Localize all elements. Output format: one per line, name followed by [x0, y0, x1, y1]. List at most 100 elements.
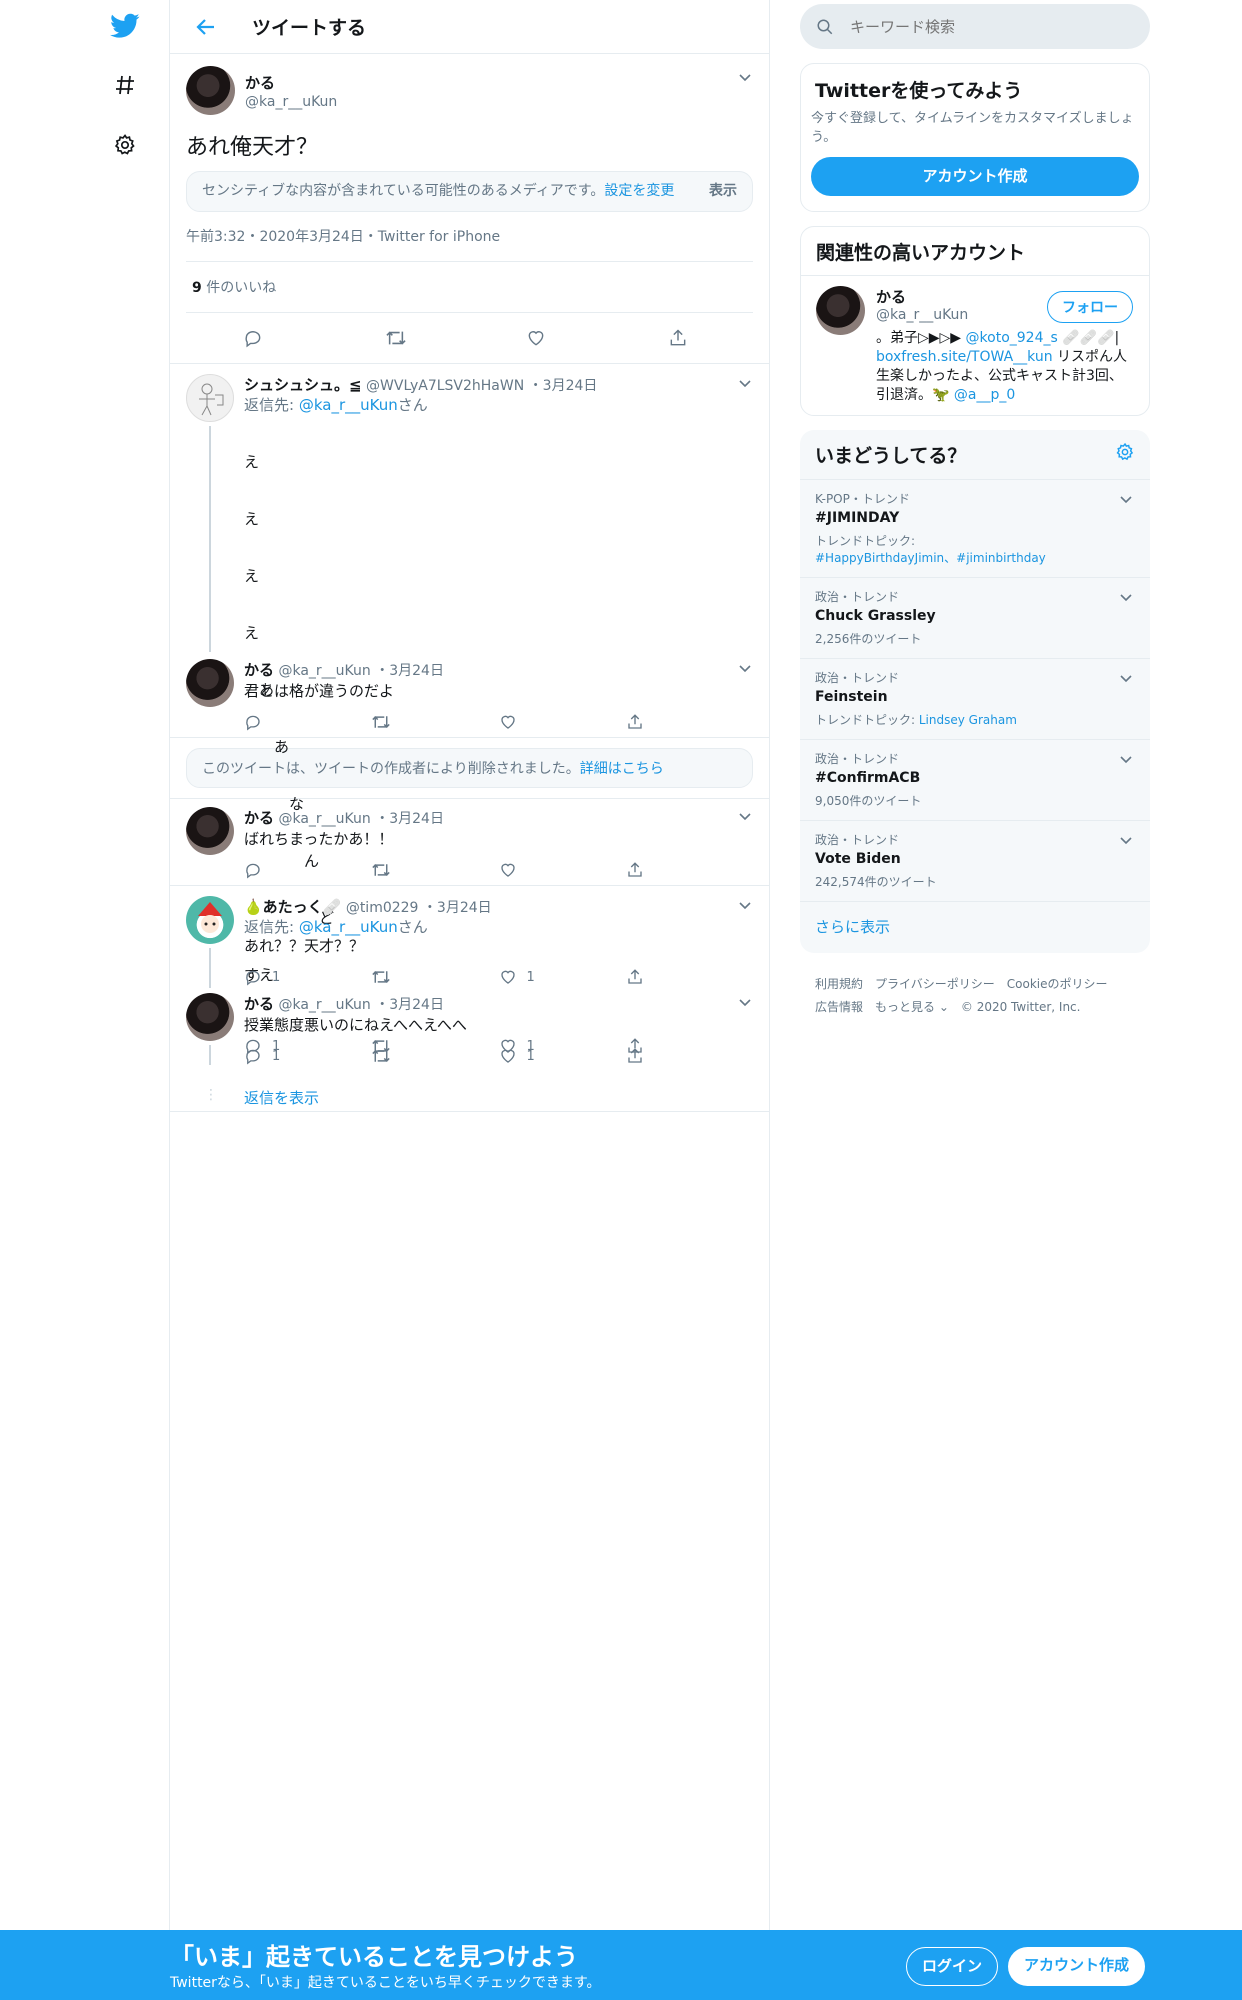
chevron-down-icon[interactable]	[735, 993, 755, 1013]
chevron-down-icon[interactable]	[735, 374, 755, 394]
reply-to-link[interactable]: @ka_r__uKun	[299, 918, 398, 936]
show-more-trends[interactable]: さらに表示	[800, 901, 1150, 953]
trend-item[interactable]: 政治・トレンド Chuck Grassley 2,256件のツイート	[800, 577, 1150, 658]
signup-button[interactable]: アカウント作成	[1008, 1947, 1145, 1986]
trend-item[interactable]: 政治・トレンド Feinstein トレンドトピック: Lindsey Grah…	[800, 658, 1150, 739]
share-icon[interactable]	[668, 328, 696, 348]
tweet-date[interactable]: ・3月24日	[375, 811, 444, 827]
chevron-down-icon[interactable]	[735, 807, 755, 827]
reply-tweet[interactable]: かる @ka_r__uKun ・3月24日 授業態度悪いのにねえへへえへへ 1 …	[170, 987, 769, 1107]
login-button[interactable]: ログイン	[906, 1947, 998, 1986]
share-icon[interactable]	[626, 861, 753, 879]
change-settings-link[interactable]: 設定を変更	[604, 183, 674, 199]
retweet-icon[interactable]	[371, 968, 498, 986]
tweet-timestamp[interactable]: 午前3:32・2020年3月24日・Twitter for iPhone	[186, 212, 753, 262]
chevron-down-icon[interactable]	[1116, 750, 1136, 770]
retweet-icon[interactable]	[385, 328, 413, 348]
author-handle[interactable]: @ka_r__uKun	[245, 94, 337, 110]
author-name[interactable]: かる	[244, 809, 274, 827]
like-icon[interactable]	[499, 861, 626, 879]
show-more-link[interactable]: さらに表示	[815, 918, 890, 936]
chevron-down-icon[interactable]	[735, 659, 755, 679]
reply-tweet[interactable]: かる @ka_r__uKun ・3月24日 ばれちまったかあ！！	[170, 799, 769, 885]
author-name[interactable]: シュシュシュ。≦	[244, 376, 362, 394]
create-account-button[interactable]: アカウント作成	[811, 157, 1139, 196]
author-name[interactable]: かる	[244, 995, 274, 1013]
tweet-date[interactable]: ・3月24日	[375, 663, 444, 679]
footer-link[interactable]: プライバシーポリシー	[875, 977, 995, 991]
chevron-down-icon[interactable]	[1116, 831, 1136, 851]
trend-name[interactable]: Vote Biden	[815, 851, 1134, 867]
footer-link[interactable]: 広告情報	[815, 1000, 863, 1014]
avatar[interactable]	[186, 66, 235, 115]
share-icon[interactable]	[626, 713, 753, 731]
share-icon[interactable]	[626, 1047, 753, 1065]
author-handle[interactable]: @ka_r__uKun	[278, 663, 370, 679]
tweet-date[interactable]: ・3月24日	[423, 900, 492, 916]
reply-icon[interactable]	[244, 861, 371, 879]
chevron-down-icon[interactable]	[735, 896, 755, 916]
reply-tweet[interactable]: かる @ka_r__uKun ・3月24日 君とは格が違うのだよ	[170, 651, 769, 737]
trend-name[interactable]: #ConfirmACB	[815, 770, 1134, 786]
trend-item[interactable]: 政治・トレンド #ConfirmACB 9,050件のツイート	[800, 739, 1150, 820]
reply-icon[interactable]	[244, 713, 371, 731]
reply-icon[interactable]	[243, 328, 271, 348]
avatar[interactable]	[186, 993, 234, 1041]
retweet-icon[interactable]	[371, 1047, 498, 1065]
reply-button[interactable]: 1	[244, 1047, 371, 1065]
author-name[interactable]: かる	[244, 661, 274, 679]
author-handle[interactable]: @ka_r__uKun	[278, 997, 370, 1013]
like-button[interactable]: 1	[499, 1047, 626, 1065]
trend-item[interactable]: 政治・トレンド Vote Biden 242,574件のツイート	[800, 820, 1150, 901]
gear-icon[interactable]	[106, 126, 144, 164]
gear-icon[interactable]	[1115, 442, 1135, 466]
bio-link[interactable]: @a__p_0	[954, 387, 1015, 403]
reply-to-link[interactable]: @ka_r__uKun	[299, 396, 398, 414]
retweet-icon[interactable]	[371, 713, 498, 731]
footer-link[interactable]: もっと見る ⌄	[875, 1000, 949, 1014]
show-replies-link[interactable]: 返信を表示	[244, 1087, 319, 1108]
trend-related-links[interactable]: Lindsey Graham	[919, 713, 1017, 727]
trend-name[interactable]: #JIMINDAY	[815, 510, 1134, 526]
author-handle[interactable]: @ka_r__uKun	[278, 811, 370, 827]
trend-item[interactable]: K-POP・トレンド #JIMINDAY トレンドトピック: #HappyBirt…	[800, 479, 1150, 577]
retweet-icon[interactable]	[371, 861, 498, 879]
footer-link[interactable]: 利用規約	[815, 977, 863, 991]
avatar[interactable]	[816, 286, 865, 335]
trend-name[interactable]: Feinstein	[815, 689, 1134, 705]
related-account[interactable]: かる @ka_r__uKun フォロー 。弟子▷▶▷▶ @koto_924_s …	[801, 276, 1149, 415]
chevron-down-icon[interactable]	[735, 68, 755, 88]
author-name[interactable]: 🍐あたっく🩹	[244, 898, 341, 916]
chevron-down-icon[interactable]	[1116, 588, 1136, 608]
search-box[interactable]	[800, 4, 1150, 49]
trend-related-links[interactable]: #HappyBirthdayJimin、#jiminbirthday	[815, 551, 1046, 565]
avatar[interactable]	[186, 659, 234, 707]
author-name[interactable]: かる	[245, 72, 337, 93]
reply-tweet[interactable]: 🍐あたっく🩹 @tim0229 ・3月24日 返信先: @ka_r__uKunさ…	[170, 886, 769, 988]
reply-tweet[interactable]: シュシュシュ。≦ @WVLyA7LSV2hHaWN ・3月24日 返信先: @k…	[170, 364, 769, 1055]
tweet-date[interactable]: ・3月24日	[529, 378, 598, 394]
bio-link[interactable]: @koto_924_s	[966, 330, 1058, 346]
twitter-bird-icon[interactable]	[106, 7, 144, 45]
tweet-date[interactable]: ・3月24日	[375, 997, 444, 1013]
avatar[interactable]	[186, 807, 234, 855]
like-icon[interactable]	[499, 713, 626, 731]
search-input[interactable]	[850, 17, 1110, 36]
footer-link[interactable]: Cookieのポリシー	[1007, 977, 1108, 991]
like-button[interactable]: 1	[499, 968, 626, 986]
reply-button[interactable]: 1	[244, 968, 371, 986]
likes-summary[interactable]: 9 件のいいね	[186, 262, 753, 313]
show-media-button[interactable]: 表示	[709, 182, 737, 201]
hashtag-icon[interactable]	[106, 66, 144, 104]
chevron-down-icon[interactable]	[1116, 490, 1136, 510]
author-handle[interactable]: @WVLyA7LSV2hHaWN	[366, 378, 524, 394]
bio-link[interactable]: boxfresh.site/TOWA__kun	[876, 349, 1053, 365]
follow-button[interactable]: フォロー	[1047, 291, 1133, 323]
author-handle[interactable]: @tim0229	[346, 900, 419, 916]
chevron-down-icon[interactable]	[1116, 669, 1136, 689]
like-icon[interactable]	[526, 328, 554, 348]
avatar[interactable]	[186, 374, 234, 422]
share-icon[interactable]	[626, 968, 753, 986]
back-arrow-icon[interactable]	[188, 10, 222, 44]
trend-name[interactable]: Chuck Grassley	[815, 608, 1134, 624]
